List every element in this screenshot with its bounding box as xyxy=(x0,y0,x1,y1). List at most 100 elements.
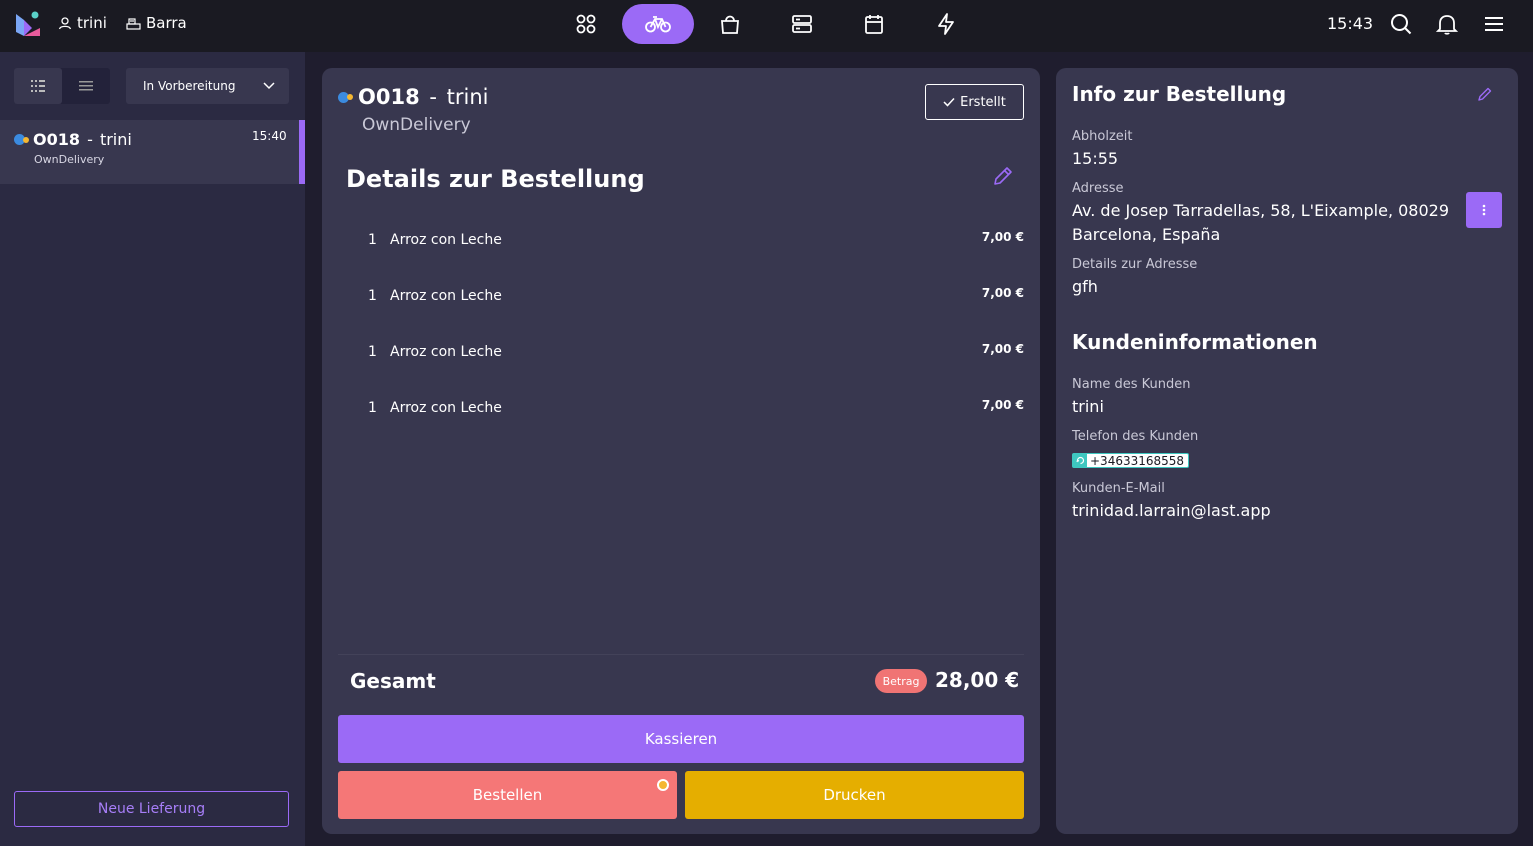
customer-name-label: Name des Kunden xyxy=(1072,377,1191,392)
order-list-item[interactable]: O018 - trini OwnDelivery 15:40 xyxy=(0,120,305,184)
customer-phone-value: +34633168558 xyxy=(1090,453,1185,468)
line-item-name: Arroz con Leche xyxy=(390,232,502,248)
delivery-status-dots xyxy=(338,91,353,103)
total-value: 28,00 € xyxy=(935,668,1020,692)
apps-icon xyxy=(576,14,596,34)
current-location[interactable]: Barra xyxy=(126,14,187,32)
nav-calendar[interactable] xyxy=(838,4,910,44)
order-button[interactable]: Bestellen xyxy=(338,771,677,819)
chevron-down-icon xyxy=(263,82,275,90)
line-item[interactable]: 1 Arroz con Leche 7,00 € xyxy=(368,342,1024,364)
line-item[interactable]: 1 Arroz con Leche 7,00 € xyxy=(368,286,1024,308)
order-item-title: O018 - trini xyxy=(14,130,132,149)
bag-icon xyxy=(721,15,739,34)
grid-view-button[interactable] xyxy=(14,68,62,104)
current-user[interactable]: trini xyxy=(58,14,107,32)
customer-phone-label: Telefon des Kunden xyxy=(1072,429,1199,444)
amount-badge: Betrag xyxy=(875,669,927,693)
more-vertical-icon xyxy=(1482,204,1486,216)
line-item-price: 7,00 € xyxy=(981,342,1024,356)
line-item[interactable]: 1 Arroz con Leche 7,00 € xyxy=(368,230,1024,252)
nav-delivery[interactable] xyxy=(622,4,694,44)
order-detail-panel: O018 - trini OwnDelivery Erstellt Detail… xyxy=(322,68,1040,834)
search-button[interactable] xyxy=(1389,12,1413,36)
clock: 15:43 xyxy=(1327,14,1374,33)
orders-sidebar: In Vorbereitung O018 - trini OwnDelivery… xyxy=(0,52,305,846)
check-icon xyxy=(943,97,955,107)
order-title: O018 - trini xyxy=(338,85,488,109)
nav-apps[interactable] xyxy=(550,4,622,44)
nav-takeaway[interactable] xyxy=(694,4,766,44)
search-icon xyxy=(1391,14,1412,35)
order-item-channel: OwnDelivery xyxy=(34,153,105,166)
line-item-price: 7,00 € xyxy=(981,230,1024,244)
selected-indicator xyxy=(299,120,305,184)
nav-tables[interactable] xyxy=(766,4,838,44)
customer-name-value: trini xyxy=(1072,397,1104,416)
list-icon xyxy=(79,81,93,91)
customer-phone-link[interactable]: +34633168558 xyxy=(1072,453,1190,468)
menu-button[interactable] xyxy=(1482,12,1506,36)
order-info-panel: Info zur Bestellung Abholzeit 15:55 Adre… xyxy=(1056,68,1518,834)
order-item-separator: - xyxy=(82,130,98,149)
phone-call-icon xyxy=(1073,454,1087,467)
grid-icon xyxy=(31,80,45,92)
status-filter-select[interactable]: In Vorbereitung xyxy=(126,68,289,104)
customer-email-label: Kunden-E-Mail xyxy=(1072,481,1165,496)
line-item[interactable]: 1 Arroz con Leche 7,00 € xyxy=(368,398,1024,420)
delivery-status-dots xyxy=(14,134,29,145)
main-nav xyxy=(550,4,982,44)
line-item-price: 7,00 € xyxy=(981,286,1024,300)
location-name: Barra xyxy=(146,14,187,32)
address-more-button[interactable] xyxy=(1466,192,1502,228)
order-status-label: Erstellt xyxy=(960,94,1006,110)
order-button-label: Bestellen xyxy=(472,786,543,804)
print-button[interactable]: Drucken xyxy=(685,771,1024,819)
total-label: Gesamt xyxy=(350,669,436,693)
pay-button[interactable]: Kassieren xyxy=(338,715,1024,763)
hamburger-icon xyxy=(1485,17,1503,31)
nav-quick-actions[interactable] xyxy=(910,4,982,44)
notifications-button[interactable] xyxy=(1435,12,1459,36)
view-toggle xyxy=(14,68,110,104)
line-item-name: Arroz con Leche xyxy=(390,288,502,304)
order-number: O018 xyxy=(358,85,420,109)
address-label: Adresse xyxy=(1072,181,1124,196)
line-item-qty: 1 xyxy=(368,232,377,248)
address-details-value: gfh xyxy=(1072,277,1098,296)
edit-order-icon[interactable] xyxy=(992,165,1014,187)
user-name: trini xyxy=(77,14,107,32)
address-line-2: Barcelona, España xyxy=(1072,225,1221,244)
total-divider xyxy=(338,654,1024,655)
bell-icon xyxy=(1436,15,1458,35)
calendar-icon xyxy=(865,15,883,34)
pickup-value: 15:55 xyxy=(1072,149,1119,168)
info-heading: Info zur Bestellung xyxy=(1072,82,1287,106)
list-view-button[interactable] xyxy=(62,68,110,104)
line-item-qty: 1 xyxy=(368,344,377,360)
order-status-button[interactable]: Erstellt xyxy=(925,84,1024,120)
status-filter-value: In Vorbereitung xyxy=(143,79,236,93)
order-channel: OwnDelivery xyxy=(362,115,471,135)
new-delivery-button[interactable]: Neue Lieferung xyxy=(14,791,289,827)
address-line-1: Av. de Josep Tarradellas, 58, L'Eixample… xyxy=(1072,201,1450,220)
order-separator: - xyxy=(422,85,444,109)
customer-email-value: trinidad.larrain@last.app xyxy=(1072,501,1271,520)
order-item-time: 15:40 xyxy=(252,129,287,143)
app-logo[interactable] xyxy=(14,10,42,38)
line-item-name: Arroz con Leche xyxy=(390,344,502,360)
order-item-customer: trini xyxy=(99,130,132,149)
order-item-number: O018 xyxy=(33,130,80,149)
register-icon xyxy=(126,17,141,30)
address-details-label: Details zur Adresse xyxy=(1072,257,1198,272)
line-item-name: Arroz con Leche xyxy=(390,400,502,416)
top-bar: trini Barra 15:43 xyxy=(0,0,1533,52)
details-heading: Details zur Bestellung xyxy=(346,165,645,193)
order-customer: trini xyxy=(446,85,489,109)
customer-heading: Kundeninformationen xyxy=(1072,330,1318,354)
user-icon xyxy=(58,17,72,30)
edit-info-icon[interactable] xyxy=(1477,86,1493,102)
line-item-price: 7,00 € xyxy=(981,398,1024,412)
lightning-icon xyxy=(938,13,954,35)
pending-indicator xyxy=(657,779,669,791)
